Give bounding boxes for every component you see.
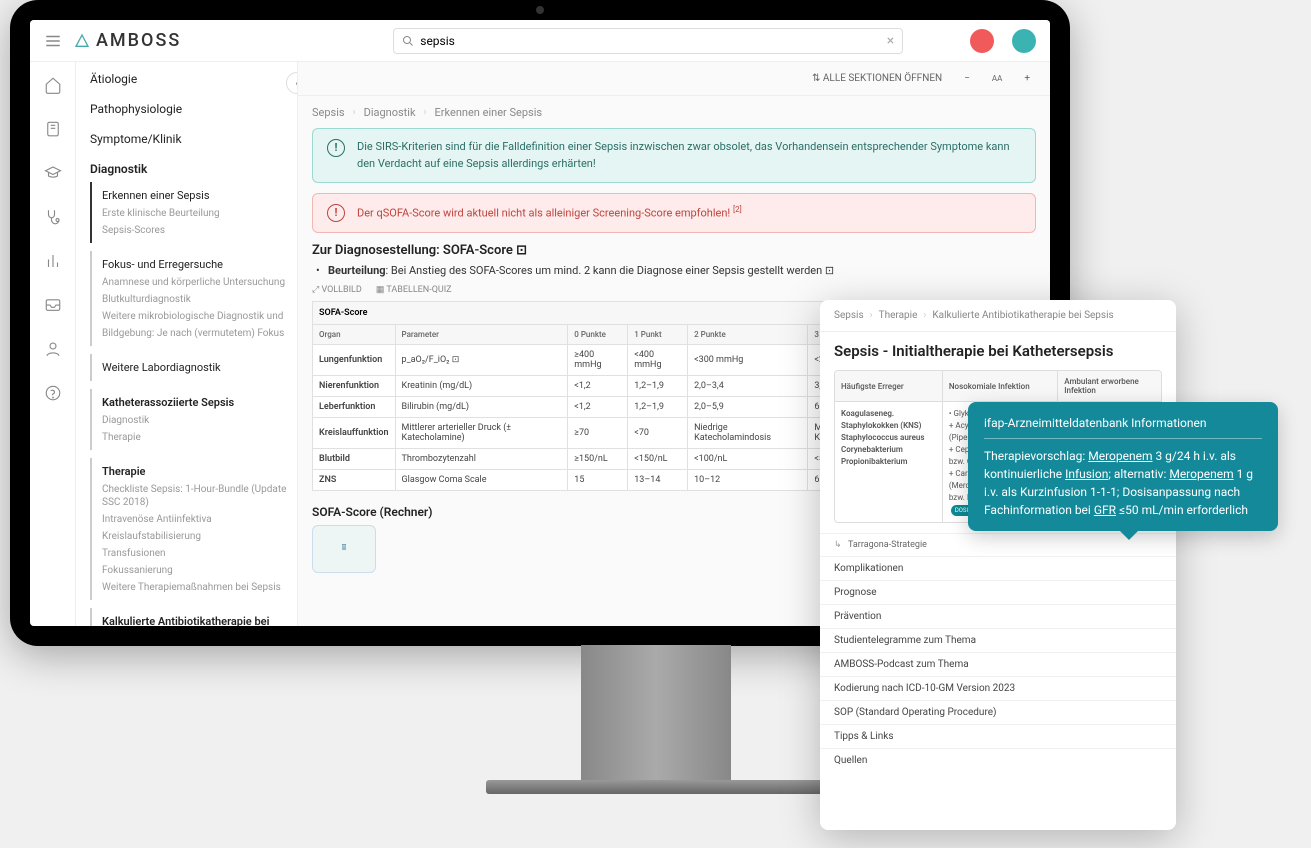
warning-callout: ! Der qSOFA-Score wird aktuell nicht als… bbox=[312, 193, 1036, 233]
font-size-label: AA bbox=[986, 72, 1008, 85]
monitor-camera bbox=[536, 6, 544, 14]
home-icon[interactable] bbox=[44, 76, 62, 94]
nav-sub-title[interactable]: Erkennen einer Sepsis bbox=[102, 186, 297, 205]
crumb-link[interactable]: Erkennen einer Sepsis bbox=[435, 106, 543, 119]
panel-link[interactable]: Prävention bbox=[820, 604, 1176, 628]
nav-sub-item[interactable]: Checkliste Sepsis: 1-Hour-Bundle (Update… bbox=[102, 481, 297, 511]
nav-sub-title[interactable]: Fokus- und Erregersuche bbox=[102, 255, 297, 274]
erreger-cell: Koagulaseneg. Staphylokokken (KNS) Staph… bbox=[835, 402, 942, 523]
th: 2 Punkte bbox=[688, 325, 808, 345]
nav-sub-item[interactable]: Diagnostik bbox=[102, 412, 297, 429]
stethoscope-icon[interactable] bbox=[44, 208, 62, 226]
hamburger-icon[interactable] bbox=[44, 32, 62, 50]
brand-triangle-icon bbox=[74, 33, 90, 49]
brand-text: AMBOSS bbox=[96, 30, 181, 51]
inbox-icon[interactable] bbox=[44, 296, 62, 314]
calculator-widget[interactable]: 🖩 bbox=[312, 525, 376, 573]
panel-link[interactable]: Komplikationen bbox=[820, 556, 1176, 580]
nav-sub-item[interactable]: Erste klinische Beurteilung bbox=[102, 205, 297, 222]
callout-text: Der qSOFA-Score wird aktuell nicht als a… bbox=[357, 204, 742, 222]
info-icon: ! bbox=[327, 139, 345, 157]
nav-section-active[interactable]: Diagnostik bbox=[76, 152, 297, 182]
crumb-link[interactable]: Sepsis bbox=[834, 310, 864, 321]
content-tools: ⇅ ALLE SEKTIONEN ÖFFNEN − AA + bbox=[298, 62, 1050, 96]
font-decrease-button[interactable]: − bbox=[958, 71, 976, 86]
crumb-link[interactable]: Kalkulierte Antibiotikatherapie bei Seps… bbox=[932, 310, 1113, 321]
nav-sub-item[interactable]: Bildgebung: Je nach (vermutetem) Fokus bbox=[102, 325, 297, 342]
section-title: Zur Diagnosestellung: SOFA-Score ⊡ bbox=[312, 243, 1036, 258]
nav-item[interactable]: Symptome/Klinik bbox=[76, 122, 297, 152]
floating-panel: Sepsis› Therapie› Kalkulierte Antibiotik… bbox=[820, 300, 1176, 830]
brand-logo[interactable]: AMBOSS bbox=[74, 30, 181, 51]
crumb-link[interactable]: Diagnostik bbox=[364, 106, 416, 119]
panel-link[interactable]: SOP (Standard Operating Procedure) bbox=[820, 700, 1176, 724]
nav-sub-item[interactable]: Sepsis-Scores bbox=[102, 222, 297, 239]
th: 0 Punkte bbox=[568, 325, 628, 345]
nav-item[interactable]: Pathophysiologie bbox=[76, 92, 297, 122]
search-box[interactable]: × bbox=[393, 28, 903, 54]
font-increase-button[interactable]: + bbox=[1018, 71, 1036, 86]
nav-sub-item[interactable]: Transfusionen bbox=[102, 545, 297, 562]
nav-sub-title[interactable]: Therapie bbox=[102, 462, 297, 481]
panel-links: Tarragona-StrategieKomplikationenPrognos… bbox=[820, 529, 1176, 830]
nav-sidebar: ‹ Ätiologie Pathophysiologie Symptome/Kl… bbox=[76, 62, 298, 626]
info-callout: ! Die SIRS-Kriterien sind für die Fallde… bbox=[312, 128, 1036, 183]
bullet-text: Beurteilung: Bei Anstieg des SOFA-Scores… bbox=[312, 264, 1036, 277]
open-all-sections-button[interactable]: ⇅ ALLE SEKTIONEN ÖFFNEN bbox=[806, 71, 948, 86]
crumb-link[interactable]: Sepsis bbox=[312, 106, 345, 119]
th: 1 Punkt bbox=[628, 325, 688, 345]
book-icon[interactable] bbox=[44, 120, 62, 138]
nav-sub-item[interactable]: Therapie bbox=[102, 429, 297, 446]
callout-text: Die SIRS-Kriterien sind für die Falldefi… bbox=[357, 139, 1021, 172]
tooltip-body: Therapievorschlag: Meropenem 3 g/24 h i.… bbox=[984, 447, 1262, 519]
nav-sub-title[interactable]: Weitere Labordiagnostik bbox=[102, 358, 297, 377]
th: Organ bbox=[313, 325, 396, 345]
panel-link[interactable]: Studientelegramme zum Thema bbox=[820, 628, 1176, 652]
user-icon[interactable] bbox=[44, 340, 62, 358]
icon-rail bbox=[30, 62, 76, 626]
app-header: AMBOSS × bbox=[30, 20, 1050, 62]
panel-link[interactable]: Kodierung nach ICD-10-GM Version 2023 bbox=[820, 676, 1176, 700]
monitor-base bbox=[486, 780, 826, 794]
nav-sub-item[interactable]: Weitere Therapiemaßnahmen bei Sepsis bbox=[102, 579, 297, 596]
nav-sub-item[interactable]: Blutkulturdiagnostik bbox=[102, 291, 297, 308]
th: Nosokomiale Infektion bbox=[942, 371, 1057, 402]
help-icon[interactable] bbox=[44, 384, 62, 402]
panel-link[interactable]: AMBOSS-Podcast zum Thema bbox=[820, 652, 1176, 676]
nav-sub-item[interactable]: Weitere mikrobiologische Diagnostik und bbox=[102, 308, 297, 325]
nav-sub-title[interactable]: Katheterassoziierte Sepsis bbox=[102, 393, 297, 412]
tooltip-title: ifap-Arzneimitteldatenbank Informationen bbox=[984, 414, 1262, 439]
nav-sub-item[interactable]: Intravenöse Antiinfektiva bbox=[102, 511, 297, 528]
panel-breadcrumb: Sepsis› Therapie› Kalkulierte Antibiotik… bbox=[820, 300, 1176, 332]
panel-link[interactable]: Tipps & Links bbox=[820, 724, 1176, 748]
tabellen-quiz-button[interactable]: ▦ TABELLEN-QUIZ bbox=[376, 285, 452, 295]
panel-link[interactable]: Quellen bbox=[820, 748, 1176, 772]
drug-tooltip: ifap-Arzneimitteldatenbank Informationen… bbox=[968, 402, 1278, 531]
search-icon bbox=[402, 35, 414, 47]
warning-icon: ! bbox=[327, 204, 345, 222]
panel-link[interactable]: Prognose bbox=[820, 580, 1176, 604]
panel-title: Sepsis - Initialtherapie bei Kathetersep… bbox=[820, 332, 1176, 370]
nav-sub-item[interactable]: Fokussanierung bbox=[102, 562, 297, 579]
stats-icon[interactable] bbox=[44, 252, 62, 270]
academic-icon[interactable] bbox=[44, 164, 62, 182]
vollbild-button[interactable]: ⤢ VOLLBILD bbox=[312, 285, 362, 295]
breadcrumb: Sepsis› Diagnostik› Erkennen einer Sepsi… bbox=[298, 96, 1050, 128]
th: Ambulant erworbene Infektion bbox=[1058, 371, 1161, 402]
nav-sub-item[interactable]: Anamnese und körperliche Untersuchung bbox=[102, 274, 297, 291]
nav-sub-item[interactable]: Kreislaufstabilisierung bbox=[102, 528, 297, 545]
search-input[interactable] bbox=[414, 34, 887, 48]
th: Häufigste Erreger bbox=[835, 371, 942, 402]
search-clear-icon[interactable]: × bbox=[887, 33, 894, 49]
crumb-link[interactable]: Therapie bbox=[879, 310, 918, 321]
th: Parameter bbox=[395, 325, 568, 345]
monitor-stand bbox=[581, 645, 731, 785]
nav-sub-title[interactable]: Kalkulierte Antibiotikatherapie bei Seps… bbox=[102, 612, 297, 626]
nav-item[interactable]: Ätiologie bbox=[76, 62, 297, 92]
header-notifications-button[interactable] bbox=[970, 29, 994, 53]
header-profile-button[interactable] bbox=[1012, 29, 1036, 53]
